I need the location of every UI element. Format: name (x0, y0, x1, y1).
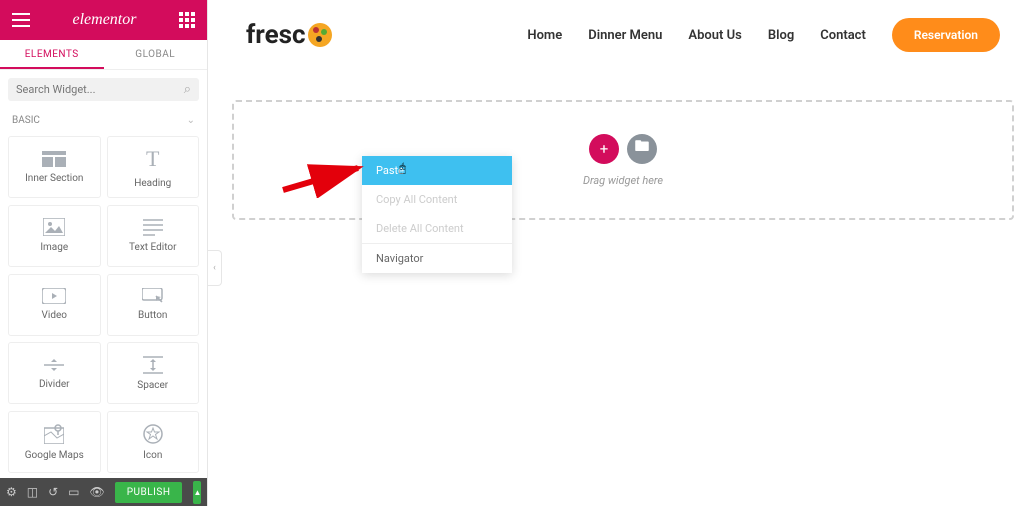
menu-icon[interactable] (12, 13, 30, 27)
widget-label: Text Editor (129, 242, 176, 253)
main-nav: Home Dinner Menu About Us Blog Contact R… (527, 18, 1000, 52)
folder-icon: 🖿 (634, 136, 649, 161)
category-basic[interactable]: BASIC ⌄ (0, 109, 207, 132)
search-wrap: ⌕ (8, 78, 199, 101)
chevron-down-icon: ⌄ (187, 115, 195, 126)
responsive-icon[interactable]: ▭ (68, 485, 79, 499)
google-maps-icon (44, 424, 64, 444)
nav-dinner-menu[interactable]: Dinner Menu (588, 28, 662, 43)
widget-label: Inner Section (25, 173, 83, 184)
nav-blog[interactable]: Blog (768, 28, 794, 43)
button-icon (142, 288, 164, 304)
nav-home[interactable]: Home (527, 28, 562, 43)
history-icon[interactable]: ↺ (48, 485, 58, 499)
publish-options[interactable]: ▲ (193, 481, 201, 504)
widget-google-maps[interactable]: Google Maps (8, 411, 101, 473)
widget-image[interactable]: Image (8, 205, 101, 267)
widget-button[interactable]: Button (107, 274, 200, 336)
widget-divider[interactable]: Divider (8, 342, 101, 404)
publish-button[interactable]: PUBLISH (115, 482, 183, 503)
icon-icon (143, 424, 163, 444)
ctx-delete-all: Delete All Content (362, 214, 512, 243)
ctx-navigator[interactable]: Navigator (362, 244, 512, 273)
search-icon: ⌕ (184, 82, 191, 97)
site-logo[interactable]: fresc (246, 20, 332, 50)
widget-icon[interactable]: Icon (107, 411, 200, 473)
navigator-icon[interactable]: ◫ (27, 485, 38, 499)
widget-inner-section[interactable]: Inner Section (8, 136, 101, 198)
widget-label: Button (138, 310, 167, 321)
nav-about-us[interactable]: About Us (688, 28, 741, 43)
widget-label: Image (40, 242, 68, 253)
site-header: fresc Home Dinner Menu About Us Blog Con… (222, 0, 1024, 70)
elementor-brand: elementor (73, 11, 137, 29)
settings-icon[interactable]: ⚙ (6, 485, 17, 499)
panel-footer: ⚙ ◫ ↺ ▭ 👁 PUBLISH ▲ (0, 478, 207, 506)
widget-label: Spacer (137, 380, 168, 391)
context-menu: Paste Copy All Content Delete All Conten… (362, 156, 512, 273)
logo-text: fresc (246, 20, 306, 50)
widget-label: Divider (39, 379, 70, 390)
spacer-icon (143, 356, 163, 374)
search-input[interactable] (16, 83, 184, 96)
video-icon (42, 288, 66, 304)
elementor-panel: elementor ELEMENTS GLOBAL ⌕ BASIC ⌄ Inne… (0, 0, 208, 506)
category-label: BASIC (12, 115, 40, 126)
ctx-paste[interactable]: Paste (362, 156, 512, 185)
widget-label: Video (42, 310, 67, 321)
logo-pizza-icon (308, 23, 332, 47)
widget-video[interactable]: Video (8, 274, 101, 336)
collapse-panel[interactable]: ‹ (208, 250, 222, 286)
drop-hint: Drag widget here (583, 174, 663, 187)
widget-heading[interactable]: T Heading (107, 136, 200, 198)
widget-label: Google Maps (25, 450, 84, 461)
drop-buttons: + 🖿 (589, 134, 657, 164)
ctx-copy-all: Copy All Content (362, 185, 512, 214)
dots-grid-icon[interactable] (179, 12, 195, 28)
panel-tabs: ELEMENTS GLOBAL (0, 40, 207, 70)
widget-spacer[interactable]: Spacer (107, 342, 200, 404)
widget-label: Icon (143, 450, 162, 461)
add-template-button[interactable]: 🖿 (627, 134, 657, 164)
text-editor-icon (143, 218, 163, 236)
divider-icon (44, 357, 64, 373)
site-preview: fresc Home Dinner Menu About Us Blog Con… (222, 0, 1024, 506)
drop-section[interactable]: + 🖿 Drag widget here (232, 100, 1014, 220)
add-section-button[interactable]: + (589, 134, 619, 164)
preview-icon[interactable]: 👁 (90, 485, 105, 499)
tab-elements[interactable]: ELEMENTS (0, 40, 104, 69)
search-row: ⌕ (0, 70, 207, 109)
heading-icon: T (146, 146, 159, 172)
widget-grid: Inner Section T Heading Image Text Editor… (0, 132, 207, 478)
widget-label: Heading (134, 178, 171, 189)
nav-contact[interactable]: Contact (820, 28, 866, 43)
panel-header: elementor (0, 0, 207, 40)
inner-section-icon (42, 151, 66, 167)
reservation-button[interactable]: Reservation (892, 18, 1000, 52)
tab-global[interactable]: GLOBAL (104, 40, 208, 69)
widget-text-editor[interactable]: Text Editor (107, 205, 200, 267)
image-icon (43, 218, 65, 236)
